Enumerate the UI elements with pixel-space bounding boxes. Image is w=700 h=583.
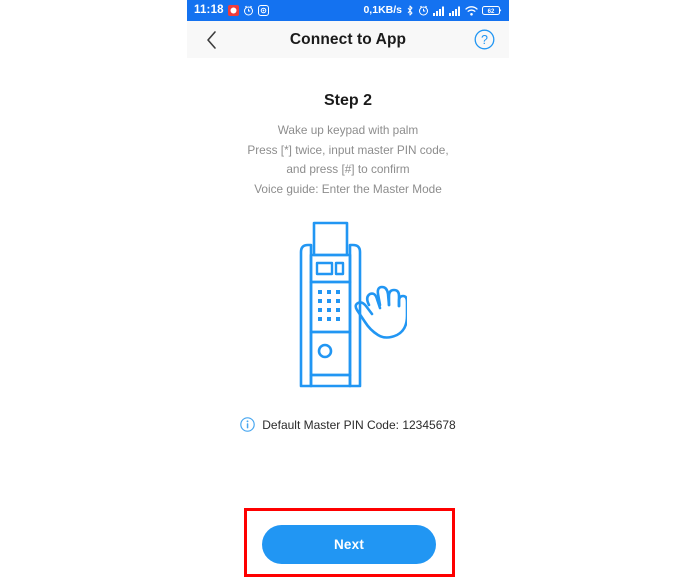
page-title: Connect to App xyxy=(289,30,407,48)
default-pin-note: Default Master PIN Code: 12345678 xyxy=(187,417,509,432)
status-bar-clock: 11:18 xyxy=(194,3,224,16)
step-title: Step 2 xyxy=(323,92,372,109)
instruction-line: and press [#] to confirm xyxy=(286,162,410,176)
status-bar: 11:18 0,1KB/s 62 xyxy=(187,0,509,21)
signal-bars-icon xyxy=(449,5,461,16)
footer-area: Next xyxy=(187,508,509,578)
default-pin-text: Default Master PIN Code: 12345678 xyxy=(262,417,456,432)
svg-text:?: ? xyxy=(481,33,488,47)
app-badge-icon xyxy=(257,5,269,16)
question-mark-circle-icon: ? xyxy=(474,29,495,50)
battery-icon: 62 xyxy=(482,5,502,16)
instruction-line: Wake up keypad with palm xyxy=(277,123,419,137)
app-header: Connect to App ? xyxy=(187,21,509,58)
record-icon xyxy=(227,5,239,16)
main-content: Step 2 Wake up keypad with palm Press [*… xyxy=(187,92,509,432)
smart-door-lock-with-palm-hand-icon xyxy=(299,221,407,388)
phone-screen: 11:18 0,1KB/s 62 Connect to App ? Step 2… xyxy=(187,0,509,583)
door-lock-illustration xyxy=(187,221,509,393)
wifi-icon xyxy=(465,5,478,16)
info-circle-icon xyxy=(240,417,256,432)
next-button[interactable]: Next xyxy=(262,525,436,564)
keypad-dots xyxy=(318,290,340,321)
instruction-line: Voice guide: Enter the Master Mode xyxy=(254,181,442,196)
screenshot-root: 11:18 0,1KB/s 62 Connect to App ? Step 2… xyxy=(0,0,700,583)
alarm-clock-icon xyxy=(243,5,254,16)
instruction-line: Press [*] twice, input master PIN code, xyxy=(247,142,449,157)
svg-text:62: 62 xyxy=(488,9,495,15)
palm-hand-icon xyxy=(354,285,407,339)
alarm-icon xyxy=(418,5,429,16)
network-speed-label: 0,1KB/s xyxy=(363,4,402,17)
instruction-list: Wake up keypad with palm Press [*] twice… xyxy=(187,121,509,199)
bluetooth-icon xyxy=(406,5,414,16)
status-bar-right-group: 0,1KB/s 62 xyxy=(363,5,502,16)
help-button[interactable]: ? xyxy=(473,29,495,51)
status-bar-left-group: 11:18 xyxy=(194,3,269,17)
signal-bars-icon xyxy=(433,5,445,16)
